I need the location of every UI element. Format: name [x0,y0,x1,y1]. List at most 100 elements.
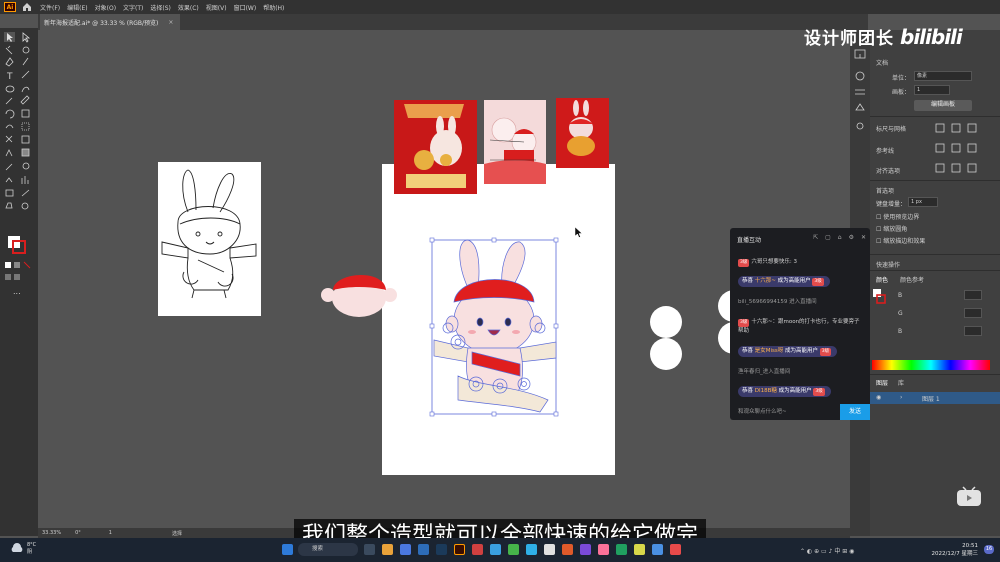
color-g-input[interactable] [964,308,982,318]
notification-badge[interactable]: 16 [984,545,994,554]
weather-widget[interactable]: 8°C 阴 [27,542,36,555]
illustrator-taskbar-icon[interactable] [454,544,465,555]
app-icon[interactable] [580,544,591,555]
menu-help[interactable]: 帮助(H) [263,3,284,12]
poster-2-art [484,100,546,184]
warp-tool-icon [5,124,14,129]
divider [870,270,1000,271]
color-b-input[interactable] [964,326,982,336]
edit-artboard-button[interactable]: 编辑画板 [914,100,972,111]
tab-color-guide[interactable]: 颜色参考 [900,275,924,284]
rabbit-character[interactable] [428,236,560,418]
app-icon[interactable] [472,544,483,555]
level-badge: 3级 [738,259,750,267]
hat-shape[interactable] [320,264,398,320]
camera-icon[interactable]: ▢ [825,234,831,241]
taskbar-search[interactable]: 搜索 [298,543,358,556]
layer-row[interactable]: ◉ › 图层 1 [870,392,1000,404]
check-preview-bounds[interactable]: ☐ 使用预览边界 [876,212,919,221]
live-chat-panel: 直播互动 ⇱ ▢ ⌂ ⚙ ✕ 3级 六哥只想要快乐: 3 恭喜 十六那~ 成为高能… [730,228,870,420]
high-energy-notice: 恭喜 DI18B糖 成为高能用户 3级 [738,386,831,397]
poster-thumbnail-2[interactable] [484,100,546,184]
tab-color[interactable]: 颜色 [876,275,888,284]
check-scale-strokes[interactable]: ☐ 缩放描边和效果 [876,236,925,245]
artboard-select[interactable]: 1 [914,85,950,95]
home-icon[interactable] [22,2,32,12]
close-tab-icon[interactable]: × [168,19,173,26]
expand-layer-icon[interactable]: › [900,394,902,401]
system-clock[interactable]: 20:51 2022/12/7 星期三 [932,542,978,558]
menu-select[interactable]: 选择(S) [150,3,171,12]
photoshop-icon[interactable] [436,544,447,555]
chat-input[interactable]: 和观众聊点什么吧~ [730,404,838,420]
chat-message: 3级 十六那~：跟moon的打卡也行，专业要旁子帮助 [738,318,864,335]
chat-message: bili_56966994159 进入直播间 [738,298,864,306]
align-options-label: 对齐选项 [876,168,901,175]
poster-thumbnail-3[interactable] [556,98,609,168]
menu-effect[interactable]: 效果(C) [178,3,199,12]
fill-stroke-swatch-icon[interactable] [872,288,886,308]
unit-select[interactable]: 像素 [914,71,972,81]
gradient-mode-icon [14,262,20,268]
artboard-select-value: 1 [917,87,921,93]
level-badge: 3级 [738,319,750,327]
bilibili-taskbar-icon[interactable] [598,544,609,555]
tab-libraries[interactable]: 库 [898,378,904,387]
slice-tool-icon [21,189,30,197]
menu-type[interactable]: 文字(T) [123,3,143,12]
type-tool-icon: T [6,72,13,82]
menu-object[interactable]: 对象(O) [95,3,116,12]
share-icon[interactable]: ⇱ [813,234,818,241]
curvature-tool-icon [22,57,29,66]
settings-icon[interactable]: ⚙ [849,234,854,241]
app-icon[interactable] [544,544,555,555]
send-button[interactable]: 发送 [840,404,870,420]
check-scale-corners-label: 缩放圆角 [883,226,908,233]
file-explorer-icon[interactable] [382,544,393,555]
direct-selection-tool-icon [22,32,31,43]
divider [870,180,1000,181]
properties-panel: 文档 单位： 像素 画板： 1 编辑画板 标尺与网格 参考线 对齐选项 首选项 … [870,30,1000,536]
lock-icon[interactable]: ⌂ [838,234,842,241]
browser-icon[interactable] [400,544,411,555]
app-icon[interactable] [670,544,681,555]
chat-message: 恭喜 是女Miss呀 成为高能用户 3级 [738,346,864,357]
app-icon[interactable] [490,544,501,555]
sketch-artboard[interactable] [158,162,261,316]
chat-message: 渔年春归_进入直播间 [738,368,864,376]
app-icon[interactable] [652,544,663,555]
menu-view[interactable]: 视图(V) [206,3,227,12]
system-tray[interactable]: ⌃ ◐ ⊕ ▭ ♪ 中 ⊞ ◉ [800,546,854,555]
eye-icon[interactable]: ◉ [876,394,881,401]
poster-thumbnail-1[interactable] [394,100,477,194]
wechat-icon[interactable] [508,544,519,555]
app-icon[interactable] [634,544,645,555]
close-icon[interactable]: ✕ [861,234,866,241]
taskbar-search-label: 搜索 [312,546,324,552]
live-chat-title: 直播互动 [737,237,762,244]
zoom-tool-icon [21,202,29,210]
check-scale-corners[interactable]: ☐ 缩放圆角 [876,224,907,233]
menu-file[interactable]: 文件(F) [40,3,60,12]
keyboard-increment-input[interactable]: 1 px [908,197,938,207]
symbol-sprayer-tool-icon [5,177,13,183]
app-icon[interactable] [616,544,627,555]
task-view-icon[interactable] [364,544,375,555]
app-icon[interactable] [526,544,537,555]
brushes-panel-icon [855,89,865,95]
tab-layers[interactable]: 图层 [876,378,888,387]
bilibili-logo: bilibili [900,24,963,49]
store-icon[interactable] [418,544,429,555]
color-spectrum-bar[interactable] [872,360,990,370]
menu-window[interactable]: 窗口(W) [234,3,257,12]
cloud-icon [11,543,23,552]
divider [870,254,1000,255]
menu-edit[interactable]: 编辑(E) [67,3,87,12]
chat-message-text: 渔年春归_进入直播间 [738,369,791,375]
app-icon[interactable] [562,544,573,555]
circle-shapes[interactable] [648,288,738,372]
windows-start-icon[interactable] [282,544,293,555]
document-tab[interactable]: 新年海报适配.ai* @ 33.33 % (RGB/预览) × [40,14,180,30]
snap-icons[interactable] [934,122,994,176]
color-r-input[interactable] [964,290,982,300]
